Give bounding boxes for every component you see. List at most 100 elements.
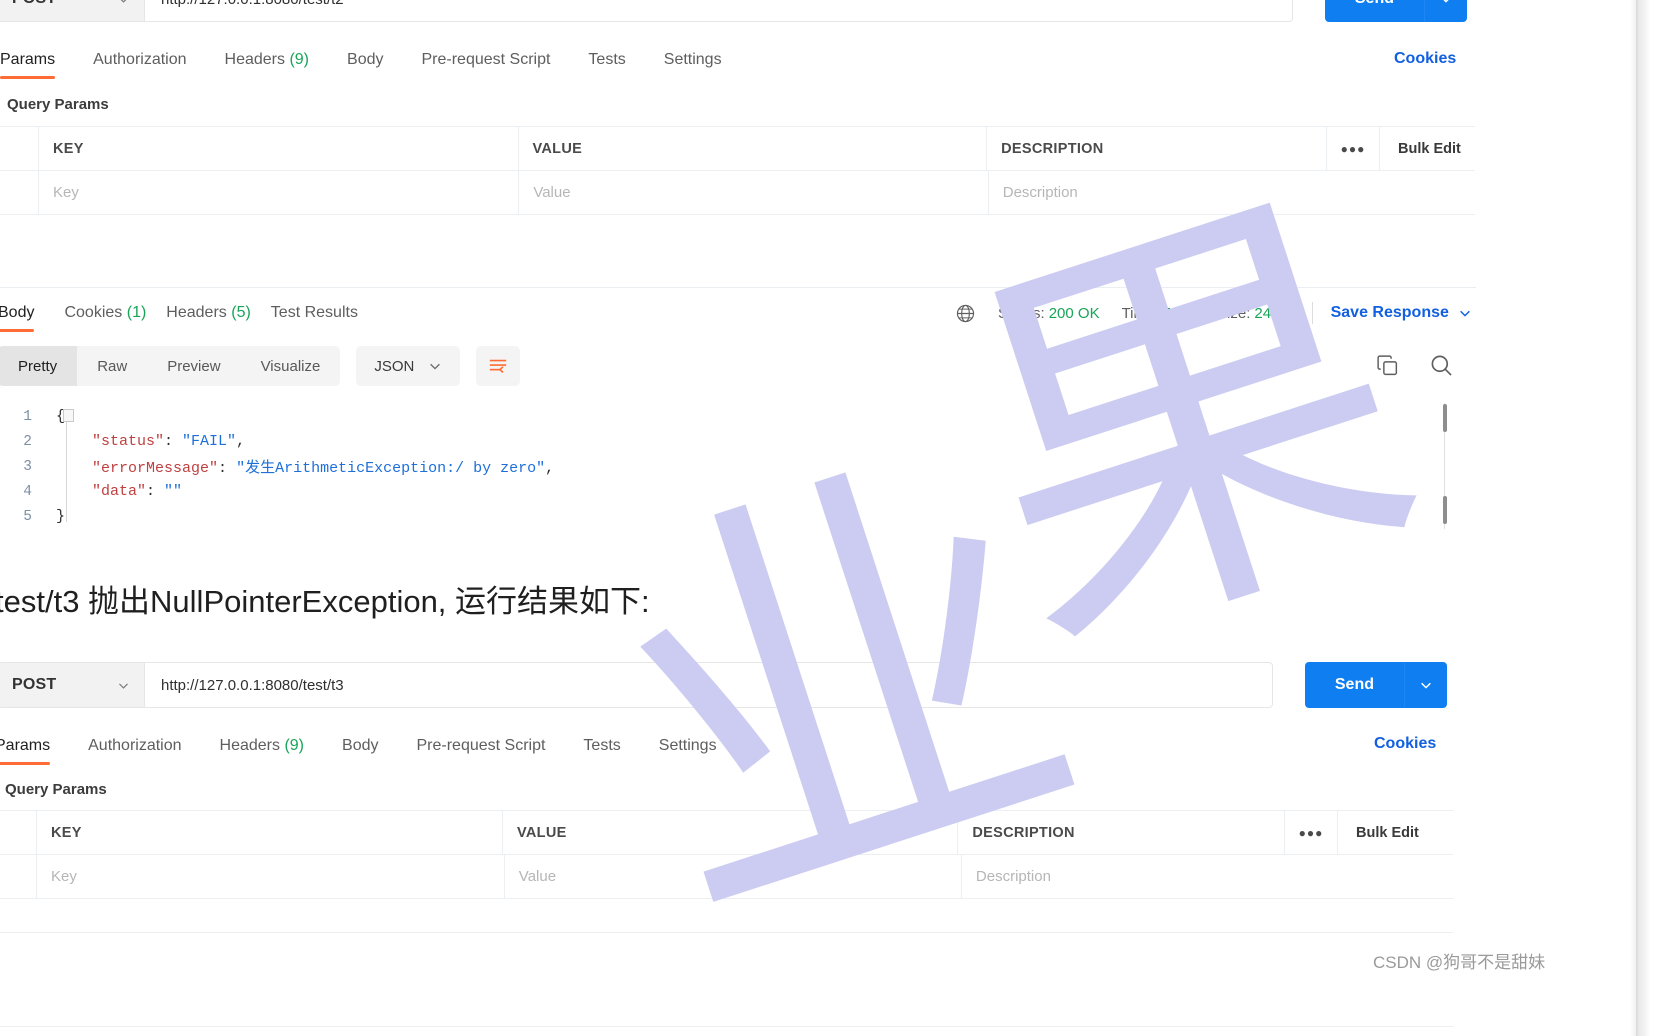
table-header-row: KEY VALUE DESCRIPTION ●●● Bulk Edit	[0, 811, 1453, 855]
code-line: 2 "status": "FAIL",	[0, 429, 554, 454]
cell-description[interactable]: Description	[962, 855, 1453, 898]
cell-value[interactable]: Value	[505, 855, 962, 898]
tab-label: Pre-request Script	[416, 737, 546, 754]
bulk-edit-button-top[interactable]: Bulk Edit	[1380, 127, 1475, 170]
method-label-bottom: POST	[12, 676, 57, 693]
tab-authorization-top[interactable]: Authorization	[93, 47, 186, 79]
tab-label: Headers	[219, 737, 280, 754]
tab-settings-top[interactable]: Settings	[664, 47, 722, 79]
tab-response-body[interactable]: Body	[0, 300, 35, 332]
tab-label: Authorization	[88, 737, 182, 754]
tab-body-bottom[interactable]: Body	[342, 733, 378, 765]
code-token: "status"	[92, 433, 165, 450]
tab-tests-bottom[interactable]: Tests	[583, 733, 620, 765]
method-select-top[interactable]: POST	[0, 0, 145, 22]
view-visualize-button[interactable]: Visualize	[241, 346, 341, 386]
tab-headers-count-response: (5)	[231, 304, 251, 321]
wrap-lines-button[interactable]	[476, 346, 521, 386]
view-pretty-button[interactable]: Pretty	[0, 346, 78, 386]
table-options-dots-top[interactable]: ●●●	[1327, 127, 1380, 170]
tab-headers-top[interactable]: Headers (9)	[225, 47, 310, 79]
tab-label: Body	[0, 304, 35, 321]
query-params-table-bottom: KEY VALUE DESCRIPTION ●●● Bulk Edit Key …	[0, 810, 1453, 899]
method-select-bottom[interactable]: POST	[0, 662, 145, 708]
response-body-code[interactable]: 1 { 2 "status": "FAIL", 3 "errorMessage"…	[0, 404, 554, 529]
response-format-select[interactable]: JSON	[356, 346, 461, 386]
table-header-row: KEY VALUE DESCRIPTION ●●● Bulk Edit	[0, 127, 1475, 171]
tab-label: Body	[347, 51, 384, 68]
tab-settings-bottom[interactable]: Settings	[659, 733, 717, 765]
request-tabs-top: Params Authorization Headers (9) Body Pr…	[0, 47, 760, 79]
tab-response-headers[interactable]: Headers (5)	[166, 300, 251, 332]
row-checkbox-cell[interactable]	[0, 171, 39, 214]
search-response-button[interactable]	[1428, 352, 1455, 384]
tab-params-bottom[interactable]: Params	[0, 733, 51, 765]
code-token: "data"	[92, 483, 147, 500]
code-scrollbar-thumb-lower[interactable]	[1443, 496, 1447, 524]
csdn-footer-watermark: CSDN @狗哥不是甜妹	[1373, 953, 1546, 972]
cell-key[interactable]: Key	[37, 855, 505, 898]
cookies-link-bottom[interactable]: Cookies	[1374, 735, 1436, 753]
send-options-caret-top[interactable]	[1424, 0, 1467, 22]
url-input-bottom[interactable]: http://127.0.0.1:8080/test/t3	[145, 662, 1273, 708]
tab-prerequest-script-top[interactable]: Pre-request Script	[421, 47, 550, 79]
cell-value[interactable]: Value	[519, 171, 989, 214]
cookies-link-top[interactable]: Cookies	[1394, 50, 1456, 68]
tab-label: Headers	[166, 304, 227, 321]
send-button-bottom[interactable]: Send	[1304, 662, 1404, 708]
save-response-button[interactable]: Save Response	[1331, 304, 1472, 322]
code-scrollbar-thumb-upper[interactable]	[1443, 404, 1447, 432]
tab-label: Settings	[658, 737, 717, 754]
size-group: Size: 244 B	[1217, 305, 1294, 322]
tab-params-top[interactable]: Params	[0, 47, 56, 79]
page-surface: 果 业 POST http://127.0.0.1:8080/test/t2 S…	[0, 0, 1636, 1036]
send-button-top[interactable]: Send	[1324, 0, 1424, 22]
view-raw-button[interactable]: Raw	[77, 346, 147, 386]
tab-headers-bottom[interactable]: Headers (9)	[220, 733, 305, 765]
cell-description[interactable]: Description	[989, 171, 1475, 214]
view-preview-button[interactable]: Preview	[147, 346, 240, 386]
line-number: 3	[23, 458, 32, 475]
tab-label: Authorization	[93, 51, 187, 68]
tab-authorization-bottom[interactable]: Authorization	[88, 733, 181, 765]
column-header-text: DESCRIPTION	[1001, 140, 1104, 157]
status-label: Status:	[998, 304, 1045, 322]
tab-label: Params	[0, 737, 51, 754]
tab-body-top[interactable]: Body	[347, 47, 383, 79]
bulk-edit-button-bottom[interactable]: Bulk Edit	[1338, 811, 1453, 854]
time-label: Time:	[1121, 304, 1159, 322]
tab-test-results[interactable]: Test Results	[271, 300, 358, 332]
code-line: 4 "data": ""	[0, 479, 554, 504]
send-button-group-top[interactable]: Send	[1324, 0, 1467, 22]
line-text: "status": "FAIL",	[56, 433, 245, 450]
tab-response-cookies[interactable]: Cookies (1)	[64, 300, 146, 332]
column-header-text: DESCRIPTION	[972, 824, 1075, 841]
send-options-caret-bottom[interactable]	[1404, 662, 1447, 708]
tab-tests-top[interactable]: Tests	[588, 47, 625, 79]
code-fold-toggle[interactable]	[63, 409, 74, 422]
cell-key[interactable]: Key	[39, 171, 520, 214]
wrap-text-icon	[490, 359, 507, 373]
tab-headers-count-bottom: (9)	[284, 737, 305, 754]
copy-response-button[interactable]	[1375, 353, 1400, 383]
globe-icon	[956, 304, 975, 322]
url-input-top[interactable]: http://127.0.0.1:8080/test/t2	[145, 0, 1293, 22]
response-view-segmented: Pretty Raw Preview Visualize	[0, 346, 341, 386]
tab-prerequest-script-bottom[interactable]: Pre-request Script	[416, 733, 545, 765]
code-token: "发生ArithmeticException:/ by zero"	[236, 460, 546, 477]
column-header-text: KEY	[53, 140, 84, 157]
row-checkbox-cell[interactable]	[0, 811, 37, 854]
row-checkbox-cell[interactable]	[0, 127, 39, 170]
code-token: ""	[164, 483, 183, 500]
tab-headers-count-top: (9)	[289, 51, 310, 68]
query-params-caption-bottom: Query Params	[5, 781, 107, 798]
status-group: Status: 200 OK	[998, 305, 1100, 322]
watermark-char-a: 果	[918, 143, 1462, 716]
row-checkbox-cell[interactable]	[0, 855, 37, 898]
table-options-dots-bottom[interactable]: ●●●	[1285, 811, 1338, 854]
code-line: 5 }	[0, 504, 554, 529]
column-header-text: VALUE	[517, 824, 567, 841]
send-button-group-bottom[interactable]: Send	[1304, 662, 1447, 708]
